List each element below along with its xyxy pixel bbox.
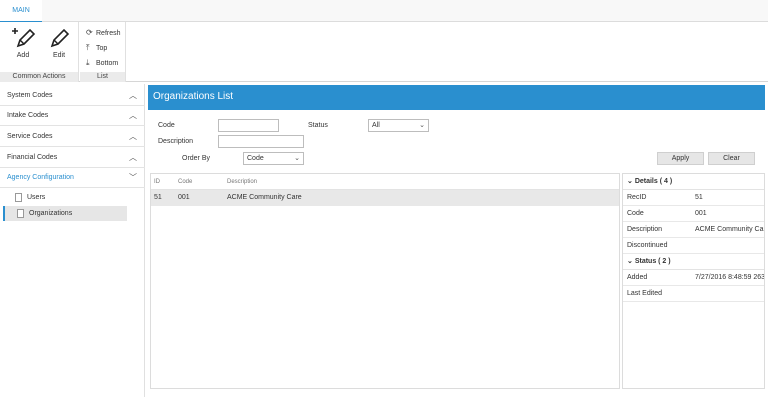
- sidebar-item-agency-configuration[interactable]: Agency Configuration ﹀: [0, 168, 145, 188]
- column-header-id[interactable]: ID: [154, 174, 160, 190]
- status-label: Status: [308, 122, 328, 129]
- property-row: Discontinued: [623, 238, 764, 254]
- property-key: Added: [627, 274, 648, 281]
- table-row[interactable]: 51 001 ACME Community Care: [151, 190, 619, 206]
- property-row: Last Edited: [623, 286, 764, 302]
- code-label: Code: [158, 122, 175, 129]
- property-value: 7/27/2016 8:48:59 263: [695, 274, 765, 281]
- ribbon: Add Edit Common Actions ⟳ Refresh ⤒ Top ⤓ B…: [0, 22, 768, 82]
- sidebar-subitem-users[interactable]: Users: [3, 190, 127, 205]
- chevron-down-icon: ⌄: [294, 155, 300, 162]
- sidebar-item-system-codes[interactable]: System Codes ︿: [0, 86, 145, 106]
- arrow-bottom-icon: ⤓: [86, 58, 90, 67]
- details-section-header[interactable]: ⌄ Details ( 4 ): [623, 174, 764, 190]
- clear-button[interactable]: Clear: [708, 152, 755, 165]
- document-icon: [15, 193, 22, 202]
- cell-description: ACME Community Care: [227, 194, 302, 201]
- property-value: 001: [695, 210, 707, 217]
- property-key: RecID: [627, 194, 647, 201]
- cell-id: 51: [154, 194, 162, 201]
- property-value: ACME Community Care: [695, 226, 765, 233]
- sidebar-item-label: System Codes: [7, 92, 53, 99]
- sidebar-item-financial-codes[interactable]: Financial Codes ︿: [0, 148, 145, 168]
- chevron-up-icon: ︿: [129, 132, 137, 141]
- property-key: Last Edited: [627, 290, 663, 297]
- sidebar-item-intake-codes[interactable]: Intake Codes ︿: [0, 106, 145, 126]
- bottom-button[interactable]: ⤓ Bottom: [86, 56, 118, 69]
- edit-pencil-icon: [50, 28, 70, 48]
- tab-main[interactable]: MAIN: [0, 0, 42, 23]
- sidebar-subitem-label: Organizations: [29, 210, 73, 217]
- code-input[interactable]: [218, 119, 279, 132]
- order-by-label: Order By: [182, 155, 211, 162]
- sidebar-item-label: Agency Configuration: [7, 174, 74, 181]
- property-row: RecID 51: [623, 190, 764, 206]
- organizations-grid: ID Code Description 51 001 ACME Communit…: [150, 173, 620, 389]
- cell-code: 001: [178, 194, 190, 201]
- column-header-description[interactable]: Description: [227, 174, 257, 190]
- status-section-header[interactable]: ⌄ Status ( 2 ): [623, 254, 764, 270]
- status-select-value: All: [372, 122, 380, 129]
- arrow-top-icon: ⤒: [86, 43, 90, 52]
- status-section-title: Status ( 2 ): [634, 258, 671, 265]
- property-key: Description: [627, 226, 663, 233]
- property-row: Added 7/27/2016 8:48:59 263: [623, 270, 765, 286]
- top-label: Top: [96, 45, 108, 52]
- refresh-label: Refresh: [96, 30, 121, 37]
- sidebar: System Codes ︿ Intake Codes ︿ Service Co…: [0, 84, 145, 397]
- order-by-select-value: Code: [247, 155, 264, 162]
- main-panel: Organizations List Code Status All ⌄ Des…: [148, 85, 765, 397]
- chevron-down-icon: ⌄: [627, 258, 635, 265]
- common-actions-group: Add Edit Common Actions: [0, 22, 79, 82]
- grid-header: ID Code Description: [151, 174, 619, 190]
- common-actions-label: Common Actions: [0, 72, 78, 82]
- description-label: Description: [158, 138, 194, 145]
- page-title: Organizations List: [148, 85, 765, 110]
- add-pencil-icon: [12, 28, 36, 48]
- edit-label: Edit: [52, 52, 66, 59]
- property-row: Description ACME Community Care: [623, 222, 765, 238]
- order-by-select[interactable]: Code ⌄: [243, 152, 304, 165]
- sidebar-subitem-label: Users: [27, 194, 46, 201]
- column-header-code[interactable]: Code: [178, 174, 192, 190]
- refresh-button[interactable]: ⟳ Refresh: [86, 26, 121, 39]
- chevron-down-icon: ⌄: [627, 178, 635, 185]
- property-key: Code: [627, 210, 644, 217]
- chevron-down-icon: ﹀: [129, 173, 137, 182]
- property-row: Code 001: [623, 206, 764, 222]
- details-section-title: Details ( 4 ): [634, 178, 673, 185]
- sidebar-subitem-organizations[interactable]: Organizations: [3, 206, 127, 221]
- apply-button[interactable]: Apply: [657, 152, 704, 165]
- sidebar-item-label: Service Codes: [7, 133, 53, 140]
- details-panel: ⌄ Details ( 4 ) RecID 51 Code 001 Descri…: [622, 173, 765, 389]
- edit-button[interactable]: Edit: [44, 26, 74, 64]
- chevron-up-icon: ︿: [129, 153, 137, 162]
- chevron-up-icon: ︿: [129, 91, 137, 100]
- refresh-icon: ⟳: [86, 28, 93, 37]
- property-key: Discontinued: [627, 242, 668, 249]
- ribbon-tabbar: MAIN: [0, 0, 768, 23]
- sidebar-item-label: Financial Codes: [7, 154, 58, 161]
- sidebar-item-service-codes[interactable]: Service Codes ︿: [0, 127, 145, 147]
- sidebar-item-label: Intake Codes: [7, 112, 49, 119]
- description-input[interactable]: [218, 135, 304, 148]
- chevron-down-icon: ⌄: [419, 122, 425, 129]
- document-icon: [17, 209, 24, 218]
- bottom-label: Bottom: [96, 60, 119, 67]
- add-button[interactable]: Add: [8, 26, 38, 64]
- top-button[interactable]: ⤒ Top: [86, 41, 107, 54]
- status-select[interactable]: All ⌄: [368, 119, 429, 132]
- property-value: 51: [695, 194, 703, 201]
- list-label: List: [80, 72, 125, 82]
- list-group: ⟳ Refresh ⤒ Top ⤓ Bottom List: [80, 22, 126, 82]
- add-label: Add: [16, 52, 30, 59]
- chevron-up-icon: ︿: [129, 111, 137, 120]
